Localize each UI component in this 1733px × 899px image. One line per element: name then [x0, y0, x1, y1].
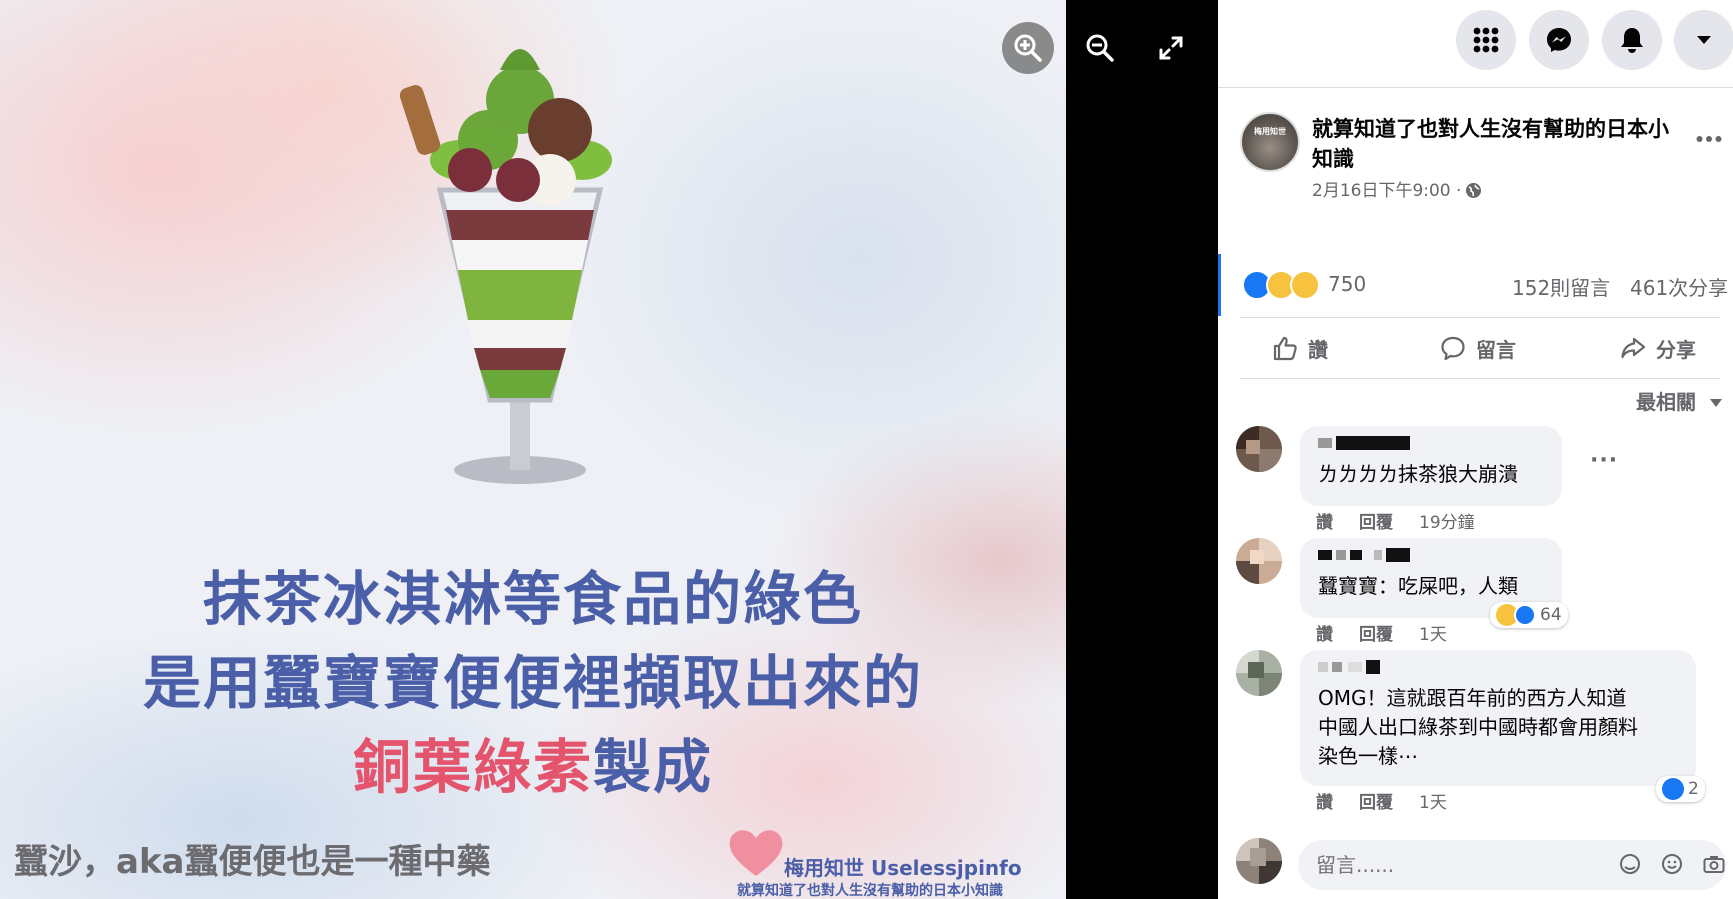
- comment-text: ㄌㄌㄌㄌ抹茶狼大崩潰: [1318, 462, 1518, 486]
- comment-reply-link[interactable]: 回覆: [1359, 625, 1393, 645]
- caret-down-icon: [1697, 36, 1711, 44]
- comment-reaction-summary[interactable]: 2: [1656, 776, 1705, 802]
- comment-sort-label: 最相關: [1636, 390, 1696, 414]
- emoji-icon[interactable]: [1660, 852, 1684, 876]
- brand-name: 梅用知世 Uselessjpinfo: [784, 856, 1022, 880]
- globe-icon: [1466, 183, 1482, 198]
- comment-reaction-count: 2: [1688, 779, 1699, 799]
- commenter-avatar[interactable]: [1236, 650, 1282, 696]
- heart-logo: [729, 830, 783, 876]
- avatar-sticker-icon[interactable]: [1618, 852, 1642, 876]
- comment-like-link[interactable]: 讚: [1316, 793, 1333, 813]
- share-arrow-icon: [1621, 337, 1646, 359]
- grid-menu-icon: [1473, 27, 1499, 53]
- comment-time[interactable]: 19分鐘: [1419, 513, 1475, 533]
- photo-text-line-2: 是用蠶寶寶便便裡擷取出來的: [142, 649, 923, 717]
- post-side-panel: 梅用知世 就算知道了也對人生沒有幫助的日本小知識 2月16日下午9:00 · 7…: [1218, 0, 1733, 899]
- bell-icon: [1621, 28, 1643, 53]
- share-count[interactable]: 461次分享: [1630, 272, 1728, 301]
- commenter-name-redacted[interactable]: [1318, 436, 1410, 450]
- like-button[interactable]: 讚: [1272, 328, 1328, 368]
- photo-text-line-3: 銅葉綠素製成: [0, 720, 1066, 804]
- comment-like-link[interactable]: 讚: [1316, 625, 1333, 645]
- comment-bubble: ㄌㄌㄌㄌ抹茶狼大崩潰: [1300, 426, 1562, 506]
- current-user-avatar[interactable]: [1236, 838, 1282, 884]
- post-timestamp[interactable]: 2月16日下午9:00 ·: [1312, 176, 1482, 201]
- share-button[interactable]: 分享: [1620, 328, 1696, 368]
- comment-time[interactable]: 1天: [1419, 625, 1447, 645]
- zoom-in-icon: [1014, 34, 1042, 62]
- like-button-label: 讚: [1308, 337, 1328, 362]
- comment-actions: 讚 回覆 1天: [1316, 620, 1473, 645]
- photo-text-line-1: 抹茶冰淇淋等食品的綠色: [202, 565, 863, 633]
- comment-reply-link[interactable]: 回覆: [1359, 513, 1393, 533]
- zoom-out-icon: [1086, 34, 1114, 62]
- photo-viewer: 抹茶冰淇淋等食品的綠色 是用蠶寶寶便便裡擷取出來的 銅葉綠素製成 蠶沙，aka蠶…: [0, 0, 1218, 899]
- commenter-name-redacted[interactable]: [1318, 660, 1380, 674]
- camera-icon[interactable]: [1702, 852, 1726, 876]
- comment-options-button[interactable]: ···: [1590, 448, 1618, 473]
- page-avatar[interactable]: 梅用知世: [1240, 112, 1300, 172]
- comment-reaction-summary[interactable]: 64: [1490, 602, 1568, 628]
- comment-composer: [1236, 838, 1726, 892]
- like-reaction-icon: [1662, 778, 1684, 800]
- zoom-in-button[interactable]: [1002, 22, 1054, 74]
- comment-text: OMG！這就跟百年前的西方人知道 中國人出口綠茶到中國時都會用顏料 染色一樣⋯: [1318, 686, 1638, 768]
- photo-text-line-3-rest: 製成: [593, 733, 714, 801]
- comment-text: 蠶寶寶：吃屎吧，人類: [1318, 574, 1518, 598]
- brand-tagline: 就算知道了也對人生沒有幫助的日本小知識: [737, 883, 1003, 899]
- zoom-out-button[interactable]: [1074, 22, 1126, 74]
- reaction-count[interactable]: 750: [1328, 272, 1366, 296]
- comment-bubble: OMG！這就跟百年前的西方人知道 中國人出口綠茶到中國時都會用顏料 染色一樣⋯: [1300, 650, 1696, 786]
- matcha-parfait-illustration: [400, 49, 612, 484]
- comment-reaction-count: 64: [1540, 605, 1562, 625]
- composer-tools: [1618, 852, 1733, 876]
- top-navigation: [1218, 0, 1733, 88]
- page-avatar-label: 梅用知世: [1254, 127, 1286, 136]
- comment-count[interactable]: 152則留言: [1512, 272, 1610, 301]
- comment-actions: 讚 回覆 1天: [1316, 788, 1473, 813]
- notifications-button[interactable]: [1602, 10, 1662, 70]
- commenter-avatar[interactable]: [1236, 538, 1282, 584]
- thumbs-up-icon: [1273, 336, 1297, 361]
- menu-button[interactable]: [1456, 10, 1516, 70]
- comment-icon: [1441, 336, 1465, 361]
- messenger-icon: [1547, 28, 1571, 52]
- comment-sort-dropdown[interactable]: 最相關: [1636, 386, 1723, 415]
- photo-caption: 蠶沙，aka蠶便便也是一種中藥: [14, 842, 491, 882]
- share-button-label: 分享: [1656, 337, 1696, 362]
- post-timestamp-text: 2月16日下午9:00 ·: [1312, 181, 1462, 201]
- fullscreen-button[interactable]: [1145, 22, 1197, 74]
- commenter-avatar[interactable]: [1236, 426, 1282, 472]
- caret-down-icon: [1709, 399, 1722, 407]
- like-reaction-icon: [1514, 604, 1536, 626]
- haha-reaction-icon: [1290, 270, 1320, 300]
- commenter-name-redacted[interactable]: [1318, 548, 1410, 562]
- photo-text-highlight: 銅葉綠素: [352, 733, 593, 801]
- comment-time[interactable]: 1天: [1419, 793, 1447, 813]
- messenger-button[interactable]: [1529, 10, 1589, 70]
- comment-button[interactable]: 留言: [1440, 328, 1516, 368]
- post-action-bar: 讚 留言 分享: [1240, 317, 1720, 379]
- panel-accent-bar: [1218, 254, 1221, 316]
- comment-like-link[interactable]: 讚: [1316, 513, 1333, 533]
- reaction-summary[interactable]: 750 152則留言 461次分享: [1242, 268, 1728, 304]
- more-horizontal-icon: [1696, 136, 1722, 142]
- post-options-button[interactable]: [1696, 128, 1722, 147]
- account-menu-button[interactable]: [1674, 10, 1733, 70]
- comment-reply-link[interactable]: 回覆: [1359, 793, 1393, 813]
- comment-button-label: 留言: [1476, 337, 1516, 362]
- page-name-link[interactable]: 就算知道了也對人生沒有幫助的日本小知識: [1312, 114, 1682, 174]
- post-photo[interactable]: 抹茶冰淇淋等食品的綠色 是用蠶寶寶便便裡擷取出來的 銅葉綠素製成 蠶沙，aka蠶…: [0, 0, 1066, 899]
- expand-icon: [1159, 36, 1183, 60]
- comment-actions: 讚 回覆 19分鐘: [1316, 508, 1501, 533]
